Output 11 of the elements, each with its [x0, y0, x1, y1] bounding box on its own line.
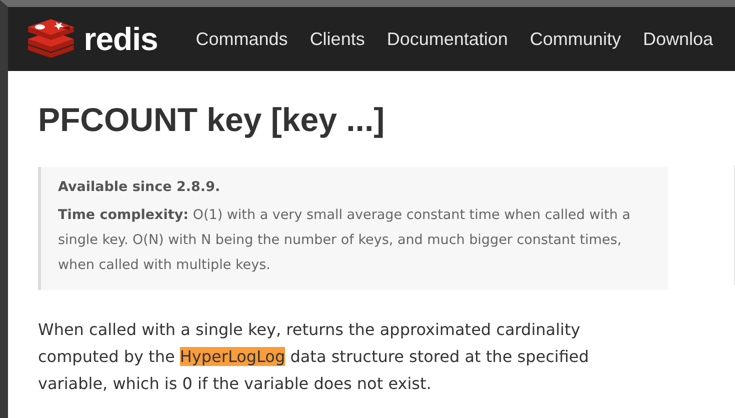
availability-text: Available since 2.8.9.	[58, 179, 222, 195]
complexity-text: Time complexity: O(1) with a very small average constant time when called with a single key. O(N) with N being the number of keys, and much bigger constant times, when called with multiple keys.	[58, 206, 632, 275]
nav-link[interactable]: Downloa	[642, 28, 713, 50]
logo-icon	[26, 19, 76, 59]
nav-link[interactable]: Clients	[310, 28, 365, 50]
nav-link[interactable]: Community	[530, 28, 621, 50]
nav-link[interactable]: Documentation	[386, 28, 508, 50]
description-paragraph: When called with a single key, returns the approximated cardinality computed by the HyperLogLog data structure stored at the specified variable, which is 0 if the variable does not exist.	[38, 319, 590, 395]
nav-link[interactable]: Commands	[196, 28, 288, 50]
brand-name[interactable]: redis	[84, 20, 158, 58]
page-title: PFCOUNT key [key ...]	[38, 101, 386, 139]
